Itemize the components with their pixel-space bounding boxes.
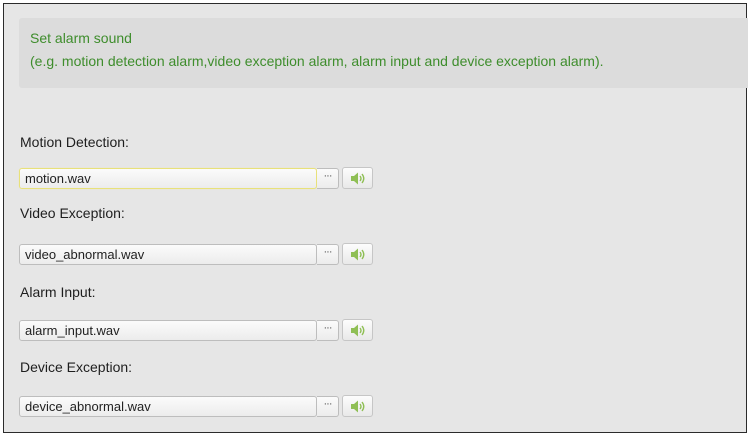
video-exception-browse-button[interactable]: ··· [317,244,339,265]
alarm-input-file-field[interactable]: alarm_input.wav [19,320,317,341]
speaker-icon [351,324,365,337]
video-exception-label: Video Exception: [20,205,125,221]
alarm-input-label: Alarm Input: [20,284,96,300]
device-exception-play-button[interactable] [342,395,373,417]
tip-title: Set alarm sound [30,30,132,46]
device-exception-browse-button[interactable]: ··· [317,396,339,417]
motion-detection-file-field[interactable]: motion.wav [19,168,317,189]
speaker-icon [351,172,365,185]
alarm-sound-tip: Set alarm sound (e.g. motion detection a… [19,18,748,88]
tip-description: (e.g. motion detection alarm,video excep… [30,53,604,69]
alarm-input-browse-button[interactable]: ··· [317,320,339,341]
device-exception-file-field[interactable]: device_abnormal.wav [19,396,317,417]
motion-detection-play-button[interactable] [342,167,373,189]
device-exception-label: Device Exception: [20,359,133,375]
motion-detection-browse-button[interactable]: ··· [317,168,339,189]
motion-detection-label: Motion Detection: [20,134,129,150]
speaker-icon [351,400,365,413]
video-exception-file-field[interactable]: video_abnormal.wav [19,244,317,265]
video-exception-play-button[interactable] [342,243,373,265]
speaker-icon [351,248,365,261]
alarm-input-play-button[interactable] [342,319,373,341]
